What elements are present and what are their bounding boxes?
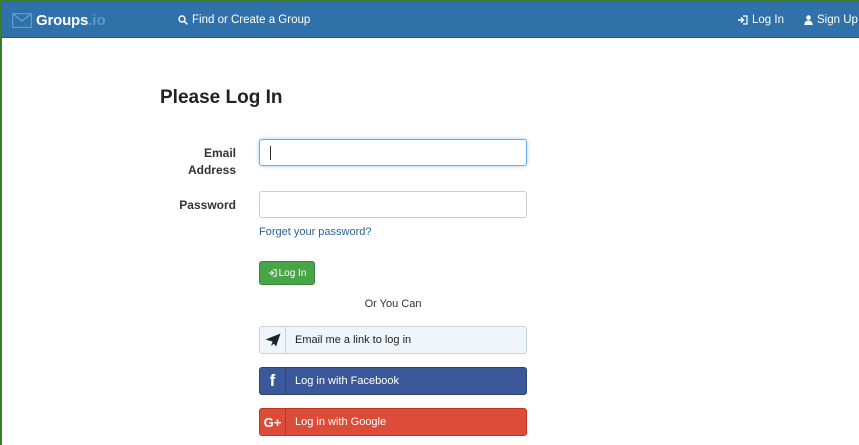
nav-login-label: Log In	[752, 14, 784, 26]
facebook-login-button[interactable]: f Log in with Facebook	[259, 367, 527, 395]
find-group-label: Find or Create a Group	[192, 14, 311, 26]
sign-in-icon	[268, 269, 277, 277]
find-group-link[interactable]: Find or Create a Group	[178, 2, 310, 38]
nav-login-link[interactable]: Log In	[737, 2, 784, 38]
page-title: Please Log In	[160, 87, 283, 108]
nav-signup-label: Sign Up	[817, 14, 858, 26]
envelope-icon	[12, 12, 32, 28]
facebook-login-label: Log in with Facebook	[295, 375, 399, 387]
search-icon	[178, 15, 188, 25]
brand-logo[interactable]: Groups .io	[12, 9, 106, 31]
or-divider-text: Or You Can	[364, 298, 422, 310]
google-login-button[interactable]: G+ Log in with Google	[259, 408, 527, 436]
password-field[interactable]	[259, 191, 527, 218]
brand-name: Groups	[36, 11, 89, 29]
email-link-label: Email me a link to log in	[295, 334, 412, 346]
user-icon	[804, 15, 813, 25]
top-navbar: Groups .io Find or Create a Group Log In…	[2, 2, 859, 38]
password-label: Password	[179, 198, 236, 212]
google-plus-icon: G+	[260, 409, 286, 435]
google-login-label: Log in with Google	[295, 416, 387, 428]
facebook-icon: f	[260, 368, 286, 394]
brand-suffix: .io	[88, 11, 106, 29]
paper-plane-icon	[260, 327, 286, 353]
login-button[interactable]: Log In	[259, 261, 315, 285]
email-field[interactable]	[259, 139, 527, 166]
email-link-button[interactable]: Email me a link to log in	[259, 326, 527, 354]
nav-signup-link[interactable]: Sign Up	[804, 2, 858, 38]
login-button-label: Log In	[278, 267, 307, 279]
forgot-password-link[interactable]: Forget your password?	[259, 226, 372, 238]
text-caret	[270, 146, 271, 160]
email-label: Email Address	[187, 146, 236, 177]
sign-in-icon	[738, 15, 748, 25]
